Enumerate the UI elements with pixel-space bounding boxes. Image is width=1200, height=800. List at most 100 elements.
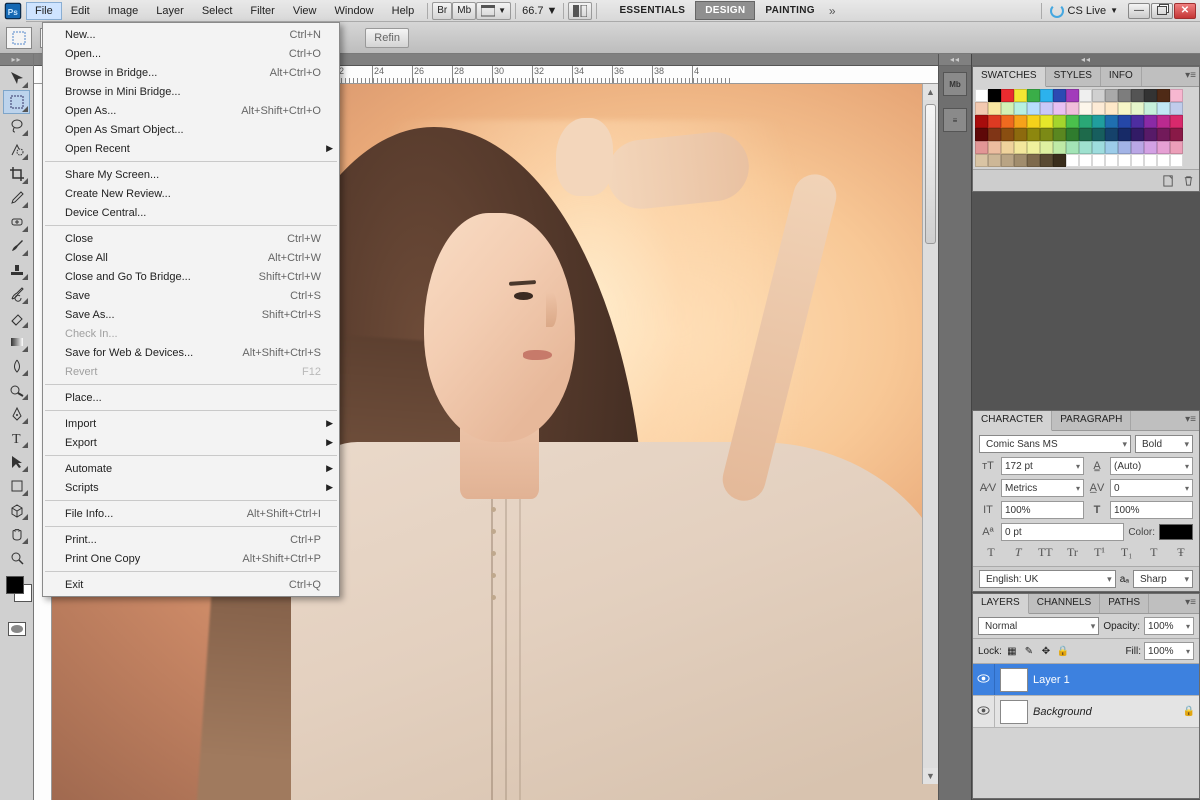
menuitem-exit[interactable]: ExitCtrl+Q	[43, 575, 339, 594]
menuitem-share-my-screen[interactable]: Share My Screen...	[43, 165, 339, 184]
font-style-dropdown[interactable]: Bold	[1135, 435, 1193, 453]
new-swatch-icon[interactable]	[1161, 174, 1175, 188]
dodge-tool[interactable]	[3, 378, 30, 402]
swatch[interactable]	[1014, 102, 1027, 115]
menuitem-close[interactable]: CloseCtrl+W	[43, 229, 339, 248]
menuitem-automate[interactable]: Automate▶	[43, 459, 339, 478]
eraser-tool[interactable]	[3, 306, 30, 330]
menuitem-place[interactable]: Place...	[43, 388, 339, 407]
swatch[interactable]	[1092, 154, 1105, 167]
swatch[interactable]	[1066, 102, 1079, 115]
scroll-thumb[interactable]	[925, 104, 936, 244]
swatch-grid[interactable]	[973, 87, 1199, 169]
tab-styles[interactable]: STYLES	[1046, 67, 1101, 86]
menuitem-save-as[interactable]: Save As...Shift+Ctrl+S	[43, 305, 339, 324]
swatch[interactable]	[1079, 102, 1092, 115]
tab-channels[interactable]: CHANNELS	[1029, 594, 1100, 613]
screen-mode-button[interactable]: ▼	[476, 2, 511, 20]
swatch[interactable]	[1040, 115, 1053, 128]
dock-expand-handle[interactable]: ◂◂	[939, 54, 971, 66]
dock-icon-minibridge[interactable]: Mb	[943, 72, 967, 96]
swatch[interactable]	[1105, 115, 1118, 128]
tab-layers[interactable]: LAYERS	[973, 594, 1029, 614]
menuitem-file-info[interactable]: File Info...Alt+Shift+Ctrl+I	[43, 504, 339, 523]
marquee-tool[interactable]	[3, 90, 30, 114]
workspace-overflow-icon[interactable]: »	[825, 4, 840, 18]
eyedropper-tool[interactable]	[3, 186, 30, 210]
swatch[interactable]	[1053, 128, 1066, 141]
swatch[interactable]	[1170, 128, 1183, 141]
menuitem-close-and-go-to-bridge[interactable]: Close and Go To Bridge...Shift+Ctrl+W	[43, 267, 339, 286]
workspace-painting[interactable]: PAINTING	[755, 1, 824, 20]
text-style-button[interactable]: Ŧ	[1173, 545, 1189, 560]
swatch[interactable]	[1157, 154, 1170, 167]
move-tool[interactable]	[3, 66, 30, 90]
swatch[interactable]	[1079, 89, 1092, 102]
swatch[interactable]	[1079, 154, 1092, 167]
text-style-button[interactable]: T₁	[1119, 545, 1135, 560]
swatch[interactable]	[1040, 128, 1053, 141]
swatch[interactable]	[1040, 154, 1053, 167]
swatch[interactable]	[1040, 141, 1053, 154]
swatch[interactable]	[1040, 102, 1053, 115]
swatch[interactable]	[1157, 141, 1170, 154]
language-dropdown[interactable]: English: UK	[979, 570, 1116, 588]
menuitem-browse-in-mini-bridge[interactable]: Browse in Mini Bridge...	[43, 82, 339, 101]
kerning-input[interactable]: Metrics	[1001, 479, 1084, 497]
swatch[interactable]	[1027, 89, 1040, 102]
layer-thumbnail[interactable]	[1000, 700, 1028, 724]
swatch[interactable]	[1144, 154, 1157, 167]
swatch[interactable]	[1105, 102, 1118, 115]
swatch[interactable]	[975, 89, 988, 102]
menuitem-save[interactable]: SaveCtrl+S	[43, 286, 339, 305]
swatch[interactable]	[988, 115, 1001, 128]
menu-file[interactable]: File	[26, 2, 62, 20]
vscale-input[interactable]: 100%	[1001, 501, 1084, 519]
opacity-input[interactable]: 100%	[1144, 617, 1194, 635]
leading-input[interactable]: (Auto)	[1110, 457, 1193, 475]
type-tool[interactable]: T	[3, 426, 30, 450]
swatch[interactable]	[1131, 89, 1144, 102]
swatch[interactable]	[1027, 141, 1040, 154]
menuitem-save-for-web-devices[interactable]: Save for Web & Devices...Alt+Shift+Ctrl+…	[43, 343, 339, 362]
swatch[interactable]	[1001, 102, 1014, 115]
swatch[interactable]	[1027, 115, 1040, 128]
text-style-button[interactable]: T	[1146, 545, 1162, 560]
cslive-button[interactable]: CS Live▼	[1050, 4, 1118, 18]
swatch[interactable]	[1092, 141, 1105, 154]
swatch[interactable]	[988, 89, 1001, 102]
text-style-button[interactable]: T¹	[1092, 545, 1108, 560]
swatch[interactable]	[1014, 115, 1027, 128]
swatch[interactable]	[1170, 141, 1183, 154]
swatch[interactable]	[1131, 115, 1144, 128]
swatch[interactable]	[1131, 141, 1144, 154]
swatch[interactable]	[1001, 115, 1014, 128]
zoom-value[interactable]: 66.7 ▼	[520, 5, 559, 17]
lasso-tool[interactable]	[3, 114, 30, 138]
font-size-input[interactable]: 172 pt	[1001, 457, 1084, 475]
menu-help[interactable]: Help	[383, 2, 424, 20]
crop-tool[interactable]	[3, 162, 30, 186]
tab-character[interactable]: CHARACTER	[973, 411, 1052, 431]
menu-window[interactable]: Window	[326, 2, 383, 20]
swatch[interactable]	[1027, 102, 1040, 115]
swatch[interactable]	[1157, 115, 1170, 128]
swatch[interactable]	[1092, 102, 1105, 115]
workspace-essentials[interactable]: ESSENTIALS	[609, 1, 695, 20]
text-style-button[interactable]: T	[1010, 545, 1026, 560]
swatch[interactable]	[1157, 128, 1170, 141]
swatch[interactable]	[1118, 154, 1131, 167]
delete-swatch-icon[interactable]	[1181, 174, 1195, 188]
swatch[interactable]	[975, 141, 988, 154]
panel-menu-icon[interactable]: ▾≡	[1185, 597, 1196, 608]
swatch[interactable]	[1118, 141, 1131, 154]
close-button[interactable]: ✕	[1174, 3, 1196, 19]
swatch[interactable]	[1118, 89, 1131, 102]
swatch[interactable]	[1053, 154, 1066, 167]
panel-menu-icon[interactable]: ▾≡	[1185, 414, 1196, 425]
tab-paths[interactable]: PATHS	[1100, 594, 1149, 613]
swatch[interactable]	[1092, 115, 1105, 128]
swatch[interactable]	[1001, 154, 1014, 167]
swatch[interactable]	[1079, 141, 1092, 154]
swatch[interactable]	[1131, 102, 1144, 115]
